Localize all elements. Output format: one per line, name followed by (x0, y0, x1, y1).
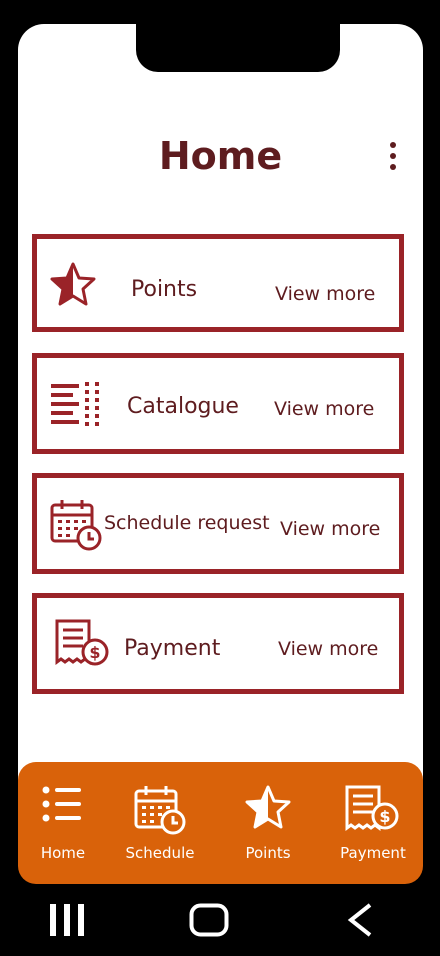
payment-view-more-link[interactable]: View more (278, 638, 378, 660)
nav-item-points[interactable]: Points (232, 762, 304, 884)
page-title: Home (158, 134, 283, 178)
points-label: Points (131, 277, 198, 302)
system-navigation-bar (0, 884, 440, 956)
calendar-clock-icon (50, 500, 102, 551)
nav-item-payment[interactable]: $ Payment (336, 762, 410, 884)
recents-icon[interactable] (50, 904, 84, 936)
camera-notch (136, 24, 340, 72)
svg-text:$: $ (379, 807, 390, 826)
payment-label: Payment (124, 636, 221, 661)
points-view-more-link[interactable]: View more (275, 283, 375, 305)
catalogue-label: Catalogue (127, 394, 239, 419)
back-icon[interactable] (346, 902, 374, 938)
star-icon (245, 785, 291, 829)
nav-label-home: Home (40, 844, 86, 862)
receipt-dollar-icon: $ (345, 785, 399, 831)
nav-label-points: Points (245, 844, 291, 862)
nav-item-home[interactable]: Home (26, 762, 100, 884)
bottom-navigation: Home Schedule Points $ Payment (18, 762, 423, 884)
schedule-request-label: Schedule request (104, 512, 270, 534)
list-icon (51, 382, 99, 426)
catalogue-view-more-link[interactable]: View more (274, 398, 374, 420)
svg-text:$: $ (89, 643, 100, 662)
calendar-clock-icon (134, 786, 186, 835)
points-card[interactable]: Points View more (32, 234, 404, 332)
more-vertical-icon[interactable] (386, 142, 400, 176)
schedule-request-view-more-link[interactable]: View more (280, 518, 380, 540)
star-icon (50, 262, 96, 306)
payment-card[interactable]: $ Payment View more (32, 593, 404, 694)
nav-item-schedule[interactable]: Schedule (120, 762, 200, 884)
list-icon (42, 786, 81, 822)
nav-label-schedule: Schedule (125, 844, 195, 862)
receipt-dollar-icon: $ (55, 619, 109, 666)
home-button-icon[interactable] (189, 903, 229, 937)
catalogue-card[interactable]: Catalogue View more (32, 353, 404, 454)
nav-label-payment: Payment (340, 844, 406, 862)
app-screen: Home (18, 24, 423, 884)
schedule-request-card[interactable]: Schedule request View more (32, 473, 404, 574)
